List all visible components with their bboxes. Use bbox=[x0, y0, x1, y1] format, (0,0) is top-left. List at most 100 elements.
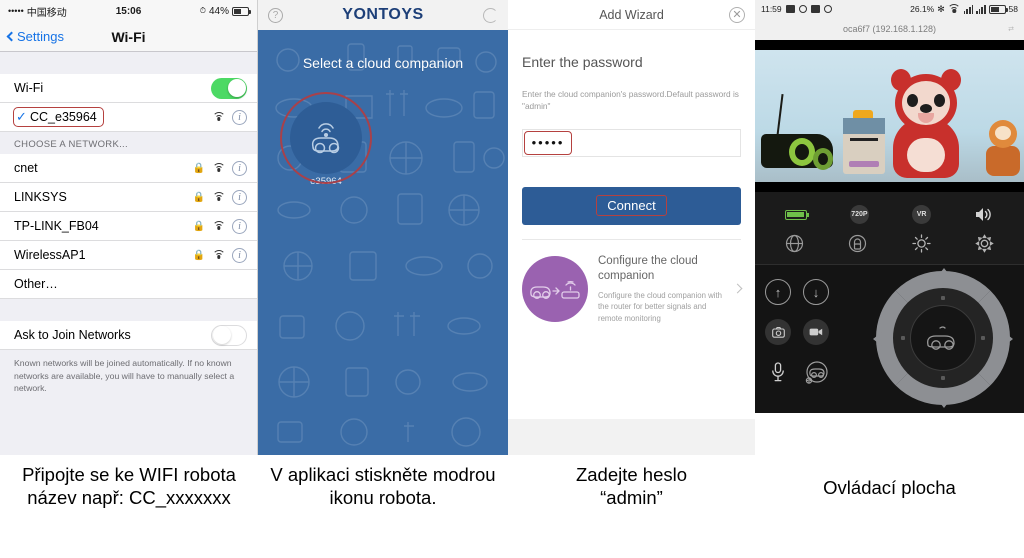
rotate-lock-glyph bbox=[849, 234, 867, 253]
cellular-signal-icon-1 bbox=[963, 4, 974, 14]
letterbox-top bbox=[755, 40, 1024, 50]
network-row[interactable]: TP-LINK_FB04 🔒 i bbox=[0, 212, 257, 241]
dpad-arrow-left-icon bbox=[873, 332, 882, 346]
ask-to-join-row[interactable]: Ask to Join Networks bbox=[0, 321, 257, 350]
connected-network-icons: i bbox=[212, 109, 247, 125]
refresh-icon[interactable] bbox=[482, 7, 498, 23]
icon-row-secondary bbox=[755, 229, 1024, 258]
fox-body bbox=[986, 146, 1020, 176]
other-network-label: Other… bbox=[14, 277, 58, 291]
status-right-group: 26.1% ✻ 58 bbox=[910, 4, 1018, 15]
caption-text: Zadejte heslo “admin” bbox=[575, 464, 688, 508]
wizard-title-bar: Add Wizard ✕ bbox=[508, 0, 755, 30]
audio-button-pair bbox=[765, 359, 831, 387]
wifi-toggle-label: Wi-Fi bbox=[14, 81, 44, 95]
network-row[interactable]: LINKSYS 🔒 i bbox=[0, 183, 257, 212]
check-circle-icon bbox=[798, 5, 807, 13]
lock-icon: 🔒 bbox=[192, 249, 205, 261]
network-row-icons: 🔒 i bbox=[192, 189, 247, 205]
toggle-knob bbox=[212, 326, 231, 344]
network-row[interactable]: cnet 🔒 i bbox=[0, 154, 257, 183]
status-time: 11:59 bbox=[761, 4, 782, 14]
network-info-button[interactable]: i bbox=[232, 218, 247, 234]
network-name: cnet bbox=[14, 161, 38, 175]
configure-description: Configure the cloud companion with the r… bbox=[598, 290, 722, 323]
vr-mode-button[interactable]: VR bbox=[912, 205, 932, 224]
network-row-icons: 🔒 i bbox=[192, 247, 247, 263]
network-name: WirelessAP1 bbox=[14, 248, 86, 262]
app-content: Select a cloud companion e35964 bbox=[258, 30, 508, 455]
message-icon bbox=[785, 5, 795, 13]
bear-belly bbox=[907, 138, 945, 172]
ask-to-join-footnote: Known networks will be joined automatica… bbox=[14, 358, 235, 394]
camera-image bbox=[755, 50, 1024, 182]
battery-indicator-icon[interactable] bbox=[784, 209, 809, 220]
wifi-toggle-switch[interactable] bbox=[211, 77, 247, 99]
speaker-glyph bbox=[976, 208, 992, 221]
ios-status-bar: ••••• 中国移动 15:06 ⏱ 44% bbox=[0, 0, 257, 22]
network-row-icons: 🔒 i bbox=[192, 218, 247, 234]
ask-to-join-label: Ask to Join Networks bbox=[14, 328, 131, 342]
status-right-group: ⏱ 44% bbox=[199, 5, 251, 17]
ask-to-join-toggle[interactable] bbox=[211, 324, 247, 346]
device-label: oca6f7 (192.168.1.128) bbox=[842, 24, 937, 34]
volume-speaker-icon[interactable] bbox=[974, 206, 994, 223]
direction-pad[interactable] bbox=[873, 268, 1013, 408]
brightness-glyph bbox=[911, 234, 931, 253]
configure-companion-row[interactable]: Configure the cloud companion Configure … bbox=[522, 240, 743, 324]
dpad-marker-bottom bbox=[941, 376, 945, 380]
fisheye-view-icon[interactable] bbox=[785, 234, 804, 253]
network-info-button[interactable]: i bbox=[232, 109, 247, 125]
microphone-glyph bbox=[772, 362, 784, 382]
connected-network-name: CC_e35964 bbox=[30, 110, 97, 124]
rotate-lock-icon[interactable] bbox=[848, 234, 867, 253]
section-spacer-mid bbox=[0, 299, 257, 321]
dpad-center-button[interactable] bbox=[910, 305, 976, 371]
android-status-bar: 11:59 26.1% ✻ 58 bbox=[755, 0, 1024, 18]
toy-antenna bbox=[776, 94, 784, 136]
ios-navigation-bar: Settings Wi-Fi bbox=[0, 22, 257, 52]
wifi-signal-icon bbox=[212, 163, 225, 173]
alarm-icon: ⏱ bbox=[199, 6, 206, 15]
chevron-right-icon bbox=[732, 283, 743, 294]
help-icon[interactable]: ? bbox=[268, 7, 283, 23]
connected-network-row[interactable]: ✓ CC_e35964 i bbox=[0, 103, 257, 132]
dpad-arrow-up-icon bbox=[937, 268, 951, 277]
camera-feed[interactable] bbox=[755, 40, 1024, 192]
configure-title: Configure the cloud companion bbox=[598, 254, 698, 283]
lock-icon: 🔒 bbox=[192, 162, 205, 174]
robot-router-glyph bbox=[530, 280, 580, 299]
configure-text-group: Configure the cloud companion Configure … bbox=[598, 254, 724, 324]
cpu-usage: 26.1% bbox=[910, 4, 935, 14]
wizard-bottom-bar bbox=[508, 419, 755, 455]
resolution-720p-button[interactable]: 720P bbox=[849, 205, 869, 224]
tutorial-strip: ••••• 中国移动 15:06 ⏱ 44% Settings Wi-Fi Wi… bbox=[0, 0, 1024, 455]
microphone-button[interactable] bbox=[765, 359, 791, 385]
snapshot-button[interactable] bbox=[765, 319, 791, 345]
password-description: Enter the cloud companion's password.Def… bbox=[522, 89, 739, 112]
battery-percent: 44% bbox=[208, 5, 229, 17]
lock-icon: 🔒 bbox=[192, 191, 205, 203]
arrow-up-button[interactable]: ↑ bbox=[765, 279, 791, 305]
arrow-down-button[interactable]: ↓ bbox=[803, 279, 829, 305]
network-info-button[interactable]: i bbox=[232, 247, 247, 263]
settings-gear-icon[interactable] bbox=[975, 234, 994, 253]
brightness-icon[interactable] bbox=[911, 234, 931, 253]
close-icon[interactable]: ✕ bbox=[729, 6, 745, 23]
other-network-row[interactable]: Other… bbox=[0, 270, 257, 299]
network-info-button[interactable]: i bbox=[232, 160, 247, 176]
password-input[interactable]: ••••• bbox=[522, 128, 741, 157]
mail-icon bbox=[810, 5, 820, 13]
robot-settings-button[interactable] bbox=[803, 359, 831, 387]
companion-item[interactable]: e35964 bbox=[280, 92, 372, 187]
settings-list: Wi-Fi ✓ CC_e35964 i CHOOSE A NETWORK... … bbox=[0, 52, 257, 455]
connect-button[interactable]: Connect bbox=[522, 186, 741, 225]
wifi-toggle-row[interactable]: Wi-Fi bbox=[0, 74, 257, 103]
network-info-button[interactable]: i bbox=[232, 189, 247, 205]
link-status-icon: ⇄ bbox=[1008, 26, 1014, 33]
app-top-bar: ? YONTOYS bbox=[258, 0, 508, 30]
bear-nose bbox=[920, 104, 932, 113]
lock-icon: 🔒 bbox=[192, 220, 205, 232]
record-video-button[interactable] bbox=[803, 319, 829, 345]
network-row[interactable]: WirelessAP1 🔒 i bbox=[0, 241, 257, 270]
